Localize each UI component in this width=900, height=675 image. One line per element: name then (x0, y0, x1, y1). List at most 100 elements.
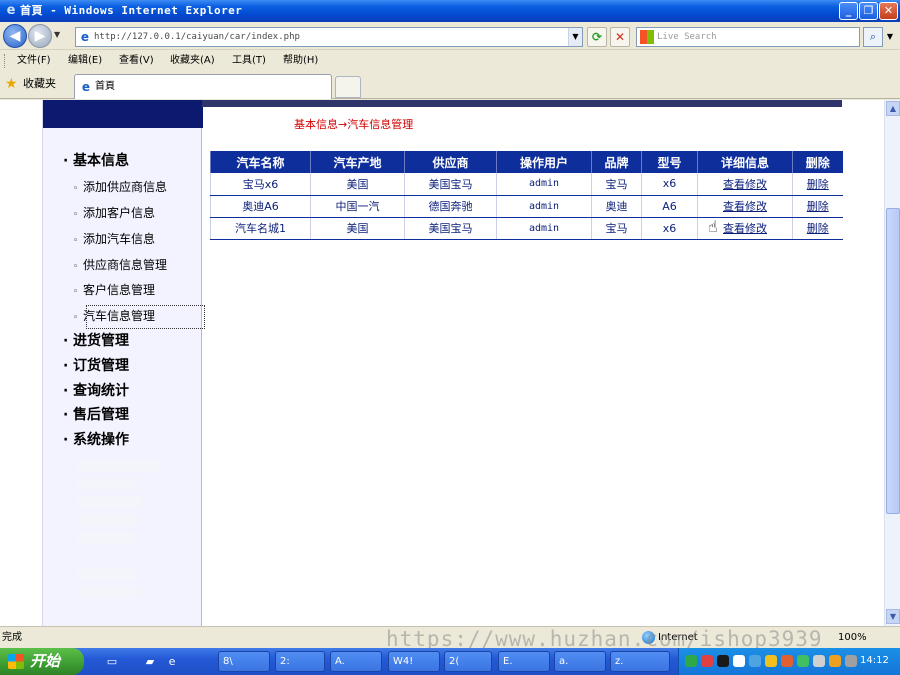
start-label: 开始 (30, 652, 61, 670)
tray-settings-icon[interactable] (845, 655, 857, 667)
bullet-icon: ◦ (73, 313, 79, 323)
tray-cloud-icon[interactable] (733, 655, 745, 667)
address-toolbar: ◀ ▶ ▼ e http://127.0.0.1/caiyuan/car/ind… (0, 22, 900, 50)
sidebar-item-label: 供应商信息管理 (83, 258, 168, 272)
cell-model: x6 (641, 173, 698, 196)
taskbar-button[interactable]: W4! (388, 651, 440, 672)
minimize-button[interactable]: _ (839, 2, 858, 20)
zoom-level[interactable]: 100% (838, 631, 867, 645)
cell-details: 查看修改 (697, 173, 793, 196)
taskbar-button[interactable]: A. (330, 651, 382, 672)
table-row: 宝马x6 美国 美国宝马 admin 宝马 x6 查看修改 删除 (210, 173, 843, 196)
ie-quicklaunch-icon[interactable]: e (164, 654, 180, 670)
nav-group-after-sales[interactable]: · 售后管理 (63, 406, 129, 424)
back-button[interactable]: ◀ (3, 24, 27, 48)
address-input[interactable]: e http://127.0.0.1/caiyuan/car/index.php… (75, 27, 583, 47)
sidebar-item-label: 添加汽车信息 (83, 232, 156, 246)
column-header: 品牌 (591, 151, 642, 173)
table-row: 汽车名城1 美国 美国宝马 admin 宝马 x6 查看修改 删除 (210, 217, 843, 240)
status-text: 完成 (2, 632, 22, 643)
search-input[interactable]: Live Search (636, 27, 860, 47)
toolbar-grip (4, 54, 7, 68)
forward-button[interactable]: ▶ (28, 24, 52, 48)
content-header-strip (202, 100, 842, 107)
tray-security-icon[interactable] (829, 655, 841, 667)
sidebar-item-add-supplier[interactable]: ◦ 添加供应商信息 (73, 179, 167, 197)
menu-file[interactable]: 文件(F) (13, 53, 55, 69)
bullet-icon: · (63, 407, 69, 423)
nav-group-label: 售后管理 (73, 407, 129, 423)
view-edit-link[interactable]: 查看修改 (723, 178, 767, 191)
windows-logo-icon (8, 654, 24, 669)
bullet-icon: · (63, 333, 69, 349)
taskbar-button[interactable]: 2( (444, 651, 492, 672)
bullet-icon: · (63, 432, 69, 448)
sidebar-item-customer-manage[interactable]: ◦ 客户信息管理 (73, 282, 155, 300)
nav-group-purchase[interactable]: · 进货管理 (63, 332, 129, 350)
cell-brand: 宝马 (591, 217, 642, 240)
menu-edit[interactable]: 编辑(E) (64, 53, 106, 69)
maximize-button[interactable]: ❐ (859, 2, 878, 20)
start-button[interactable]: 开始 (0, 648, 84, 675)
favorites-star-icon[interactable]: ★ (5, 77, 18, 91)
sidebar-item-add-customer[interactable]: ◦ 添加客户信息 (73, 205, 155, 223)
search-button[interactable]: ⌕ (863, 27, 883, 47)
search-placeholder: Live Search (657, 32, 717, 42)
delete-link[interactable]: 删除 (807, 200, 829, 213)
vertical-scrollbar[interactable]: ▲ ▼ (884, 100, 900, 626)
nav-group-system[interactable]: · 系统操作 (63, 431, 129, 449)
taskbar-button[interactable]: 8\ (218, 651, 270, 672)
favorites-button[interactable]: 收藏夹 (23, 77, 56, 91)
taskbar-button[interactable]: a. (554, 651, 606, 672)
cell-origin: 中国一汽 (310, 195, 405, 218)
folder-icon[interactable]: ▰ (142, 654, 158, 670)
cell-car-name: 奥迪A6 (210, 195, 311, 218)
scroll-up-icon[interactable]: ▲ (886, 101, 900, 116)
refresh-button[interactable]: ⟳ (587, 27, 607, 47)
stop-button[interactable]: ✕ (610, 27, 630, 47)
scroll-down-icon[interactable]: ▼ (886, 609, 900, 624)
nav-group-query-stats[interactable]: · 查询统计 (63, 382, 129, 400)
tray-im-icon[interactable] (765, 655, 777, 667)
tray-im2-icon[interactable] (781, 655, 793, 667)
tray-volume-icon[interactable] (813, 655, 825, 667)
tray-antivirus-icon[interactable] (797, 655, 809, 667)
cell-delete: 删除 (792, 217, 843, 240)
tab-home[interactable]: e 首頁 (74, 74, 332, 99)
nav-group-order[interactable]: · 订货管理 (63, 357, 129, 375)
nav-group-basic-info[interactable]: · 基本信息 (63, 152, 129, 170)
window-title-bar[interactable]: e 首頁 - Windows Internet Explorer _ ❐ ✕ (0, 0, 900, 22)
cell-details: 查看修改 (697, 195, 793, 218)
recent-pages-dropdown-icon[interactable]: ▼ (54, 30, 60, 39)
column-header: 型号 (641, 151, 698, 173)
cell-origin: 美国 (310, 217, 405, 240)
bullet-icon: ◦ (73, 184, 79, 194)
delete-link[interactable]: 删除 (807, 178, 829, 191)
address-url[interactable]: http://127.0.0.1/caiyuan/car/index.php (94, 30, 300, 45)
show-desktop-icon[interactable]: ▭ (104, 654, 120, 670)
scroll-thumb[interactable] (886, 208, 900, 514)
menu-view[interactable]: 查看(V) (115, 53, 158, 69)
search-options-icon[interactable]: ▼ (884, 27, 896, 47)
address-dropdown-icon[interactable]: ▼ (568, 28, 582, 46)
sidebar-item-supplier-manage[interactable]: ◦ 供应商信息管理 (73, 257, 167, 275)
menu-favorites[interactable]: 收藏夹(A) (166, 53, 219, 69)
view-edit-link[interactable]: 查看修改 (723, 200, 767, 213)
tray-shield-icon[interactable] (749, 655, 761, 667)
cell-delete: 删除 (792, 195, 843, 218)
view-edit-link[interactable]: 查看修改 (723, 222, 767, 235)
tray-play-icon[interactable] (717, 655, 729, 667)
menu-tools[interactable]: 工具(T) (228, 53, 270, 69)
menu-help[interactable]: 帮助(H) (279, 53, 322, 69)
tray-network-icon[interactable] (685, 655, 697, 667)
column-header: 汽车产地 (310, 151, 405, 173)
new-tab-button[interactable] (335, 76, 361, 98)
sidebar-item-add-car[interactable]: ◦ 添加汽车信息 (73, 231, 155, 249)
taskbar-button[interactable]: z. (610, 651, 670, 672)
taskbar-button[interactable]: 2: (275, 651, 325, 672)
tray-app-icon[interactable] (701, 655, 713, 667)
close-button[interactable]: ✕ (879, 2, 898, 20)
taskbar-button[interactable]: E. (498, 651, 550, 672)
cell-model: A6 (641, 195, 698, 218)
delete-link[interactable]: 删除 (807, 222, 829, 235)
